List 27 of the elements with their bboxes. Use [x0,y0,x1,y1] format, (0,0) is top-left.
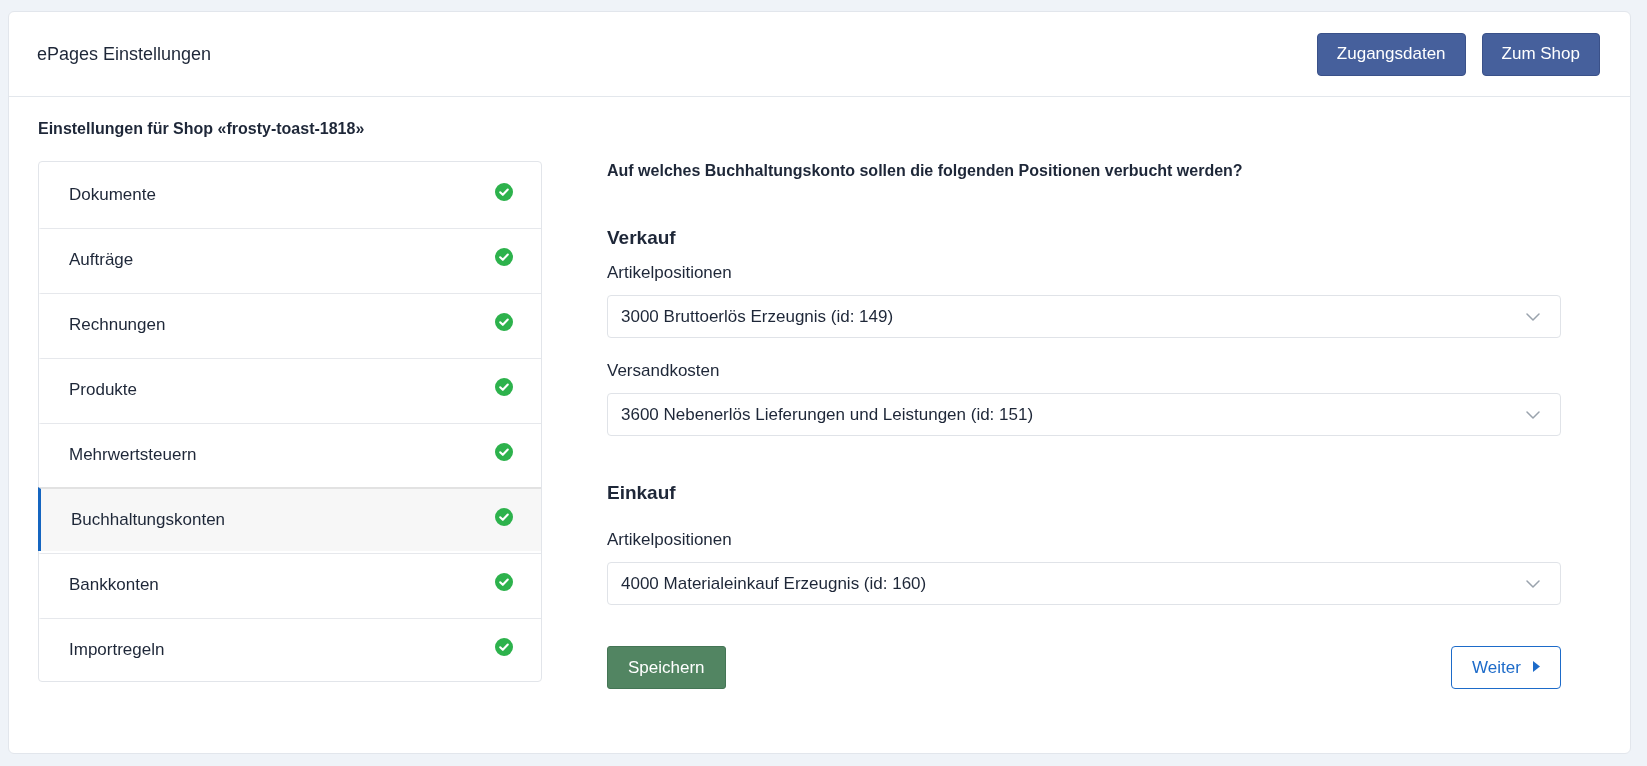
section-heading: Einkauf [607,481,677,505]
sidebar-item[interactable]: Aufträge [38,228,541,291]
sidebar-item[interactable]: Bankkonten [38,553,541,616]
chevron-down-icon [1526,312,1540,321]
next-button[interactable]: Weiter [1451,646,1561,689]
field-label: Artikelpositionen [607,262,733,284]
header-button[interactable]: Zugangsdaten [1316,32,1466,76]
field-label: Versandkosten [607,360,721,382]
sidebar-item[interactable]: Produkte [38,358,541,421]
play-triangle-icon [1532,661,1540,672]
account-select[interactable]: 3000 Bruttoerlös Erzeugnis (id: 149) [607,295,1561,338]
sidebar-item[interactable]: Buchhaltungskonten [38,487,541,551]
page-title: ePages Einstellungen [37,43,212,65]
section-heading: Verkauf [607,226,677,250]
account-select[interactable]: 4000 Materialeinkauf Erzeugnis (id: 160) [607,562,1561,605]
sidebar-item[interactable]: Importregeln [38,618,541,681]
shop-heading: Einstellungen für Shop «frosty-toast-1818» [38,119,366,139]
field-label: Artikelpositionen [607,529,733,551]
save-button[interactable]: Speichern [607,646,726,689]
sidebar-item[interactable]: Dokumente [38,162,541,226]
sidebar-item[interactable]: Mehrwertsteuern [38,423,541,486]
question-text: Auf welches Buchhaltungskonto sollen die folgenden Positionen verbucht werden? [607,161,1244,181]
header-button[interactable]: Zum Shop [1481,32,1600,76]
chevron-down-icon [1526,579,1540,588]
chevron-down-icon [1526,410,1540,419]
account-select[interactable]: 3600 Nebenerlös Lieferungen und Leistungen (id: 151) [607,393,1561,436]
sidebar-item[interactable]: Rechnungen [38,293,541,356]
